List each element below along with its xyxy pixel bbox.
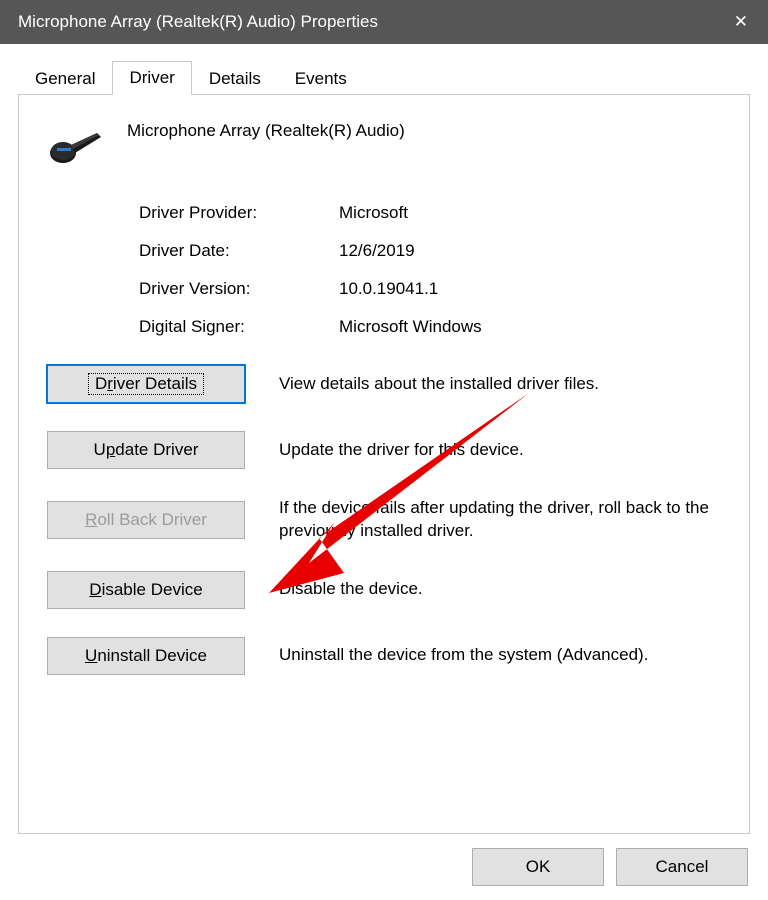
uninstall-device-button[interactable]: Uninstall Device [47, 637, 245, 675]
signer-value: Microsoft Windows [339, 317, 721, 337]
device-name: Microphone Array (Realtek(R) Audio) [127, 121, 405, 141]
cancel-button[interactable]: Cancel [616, 848, 748, 886]
driver-details-desc: View details about the installed driver … [279, 373, 599, 396]
date-value: 12/6/2019 [339, 241, 721, 261]
tab-details[interactable]: Details [192, 62, 278, 95]
microphone-device-icon [49, 123, 105, 167]
rollback-driver-desc: If the device fails after updating the d… [279, 497, 709, 543]
driver-details-button[interactable]: Driver Details [47, 365, 245, 403]
uninstall-device-desc: Uninstall the device from the system (Ad… [279, 644, 648, 667]
ok-button[interactable]: OK [472, 848, 604, 886]
titlebar: Microphone Array (Realtek(R) Audio) Prop… [0, 0, 768, 44]
update-driver-desc: Update the driver for this device. [279, 439, 524, 462]
tab-events[interactable]: Events [278, 62, 364, 95]
provider-value: Microsoft [339, 203, 721, 223]
driver-tab-panel: Microphone Array (Realtek(R) Audio) Driv… [18, 94, 750, 834]
tab-driver[interactable]: Driver [112, 61, 191, 95]
tab-strip: General Driver Details Events [0, 44, 768, 94]
version-value: 10.0.19041.1 [339, 279, 721, 299]
dialog-footer: OK Cancel [0, 848, 768, 900]
close-icon[interactable]: ✕ [728, 12, 754, 32]
window-title: Microphone Array (Realtek(R) Audio) Prop… [18, 12, 378, 32]
signer-label: Digital Signer: [139, 317, 339, 337]
provider-label: Driver Provider: [139, 203, 339, 223]
disable-device-desc: Disable the device. [279, 578, 423, 601]
disable-device-button[interactable]: Disable Device [47, 571, 245, 609]
update-driver-button[interactable]: Update Driver [47, 431, 245, 469]
rollback-driver-button: Roll Back Driver [47, 501, 245, 539]
tab-general[interactable]: General [18, 62, 112, 95]
date-label: Driver Date: [139, 241, 339, 261]
version-label: Driver Version: [139, 279, 339, 299]
